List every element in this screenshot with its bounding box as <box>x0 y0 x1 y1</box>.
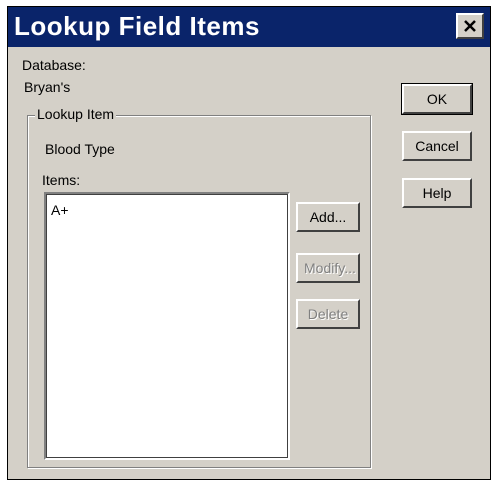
lookup-field-items-dialog: Lookup Field Items Database: Bryan's Loo… <box>7 6 491 480</box>
lookup-item-group-label: Lookup Item <box>35 106 117 122</box>
database-label: Database: <box>22 57 86 73</box>
delete-button[interactable]: Delete <box>296 299 360 329</box>
modify-button[interactable]: Modify... <box>296 253 360 283</box>
add-button[interactable]: Add... <box>296 202 360 232</box>
list-item[interactable]: A+ <box>51 202 69 218</box>
database-value: Bryan's <box>24 79 71 95</box>
items-label: Items: <box>42 172 81 188</box>
ok-button[interactable]: OK <box>401 83 473 115</box>
items-listbox[interactable]: A+ <box>44 192 290 460</box>
lookup-item-value: Blood Type <box>45 141 115 157</box>
close-icon <box>464 20 476 32</box>
close-button[interactable] <box>456 13 484 39</box>
title-bar[interactable]: Lookup Field Items <box>8 7 490 47</box>
help-button[interactable]: Help <box>402 178 472 208</box>
window-title: Lookup Field Items <box>14 11 260 41</box>
cancel-button[interactable]: Cancel <box>402 131 472 161</box>
